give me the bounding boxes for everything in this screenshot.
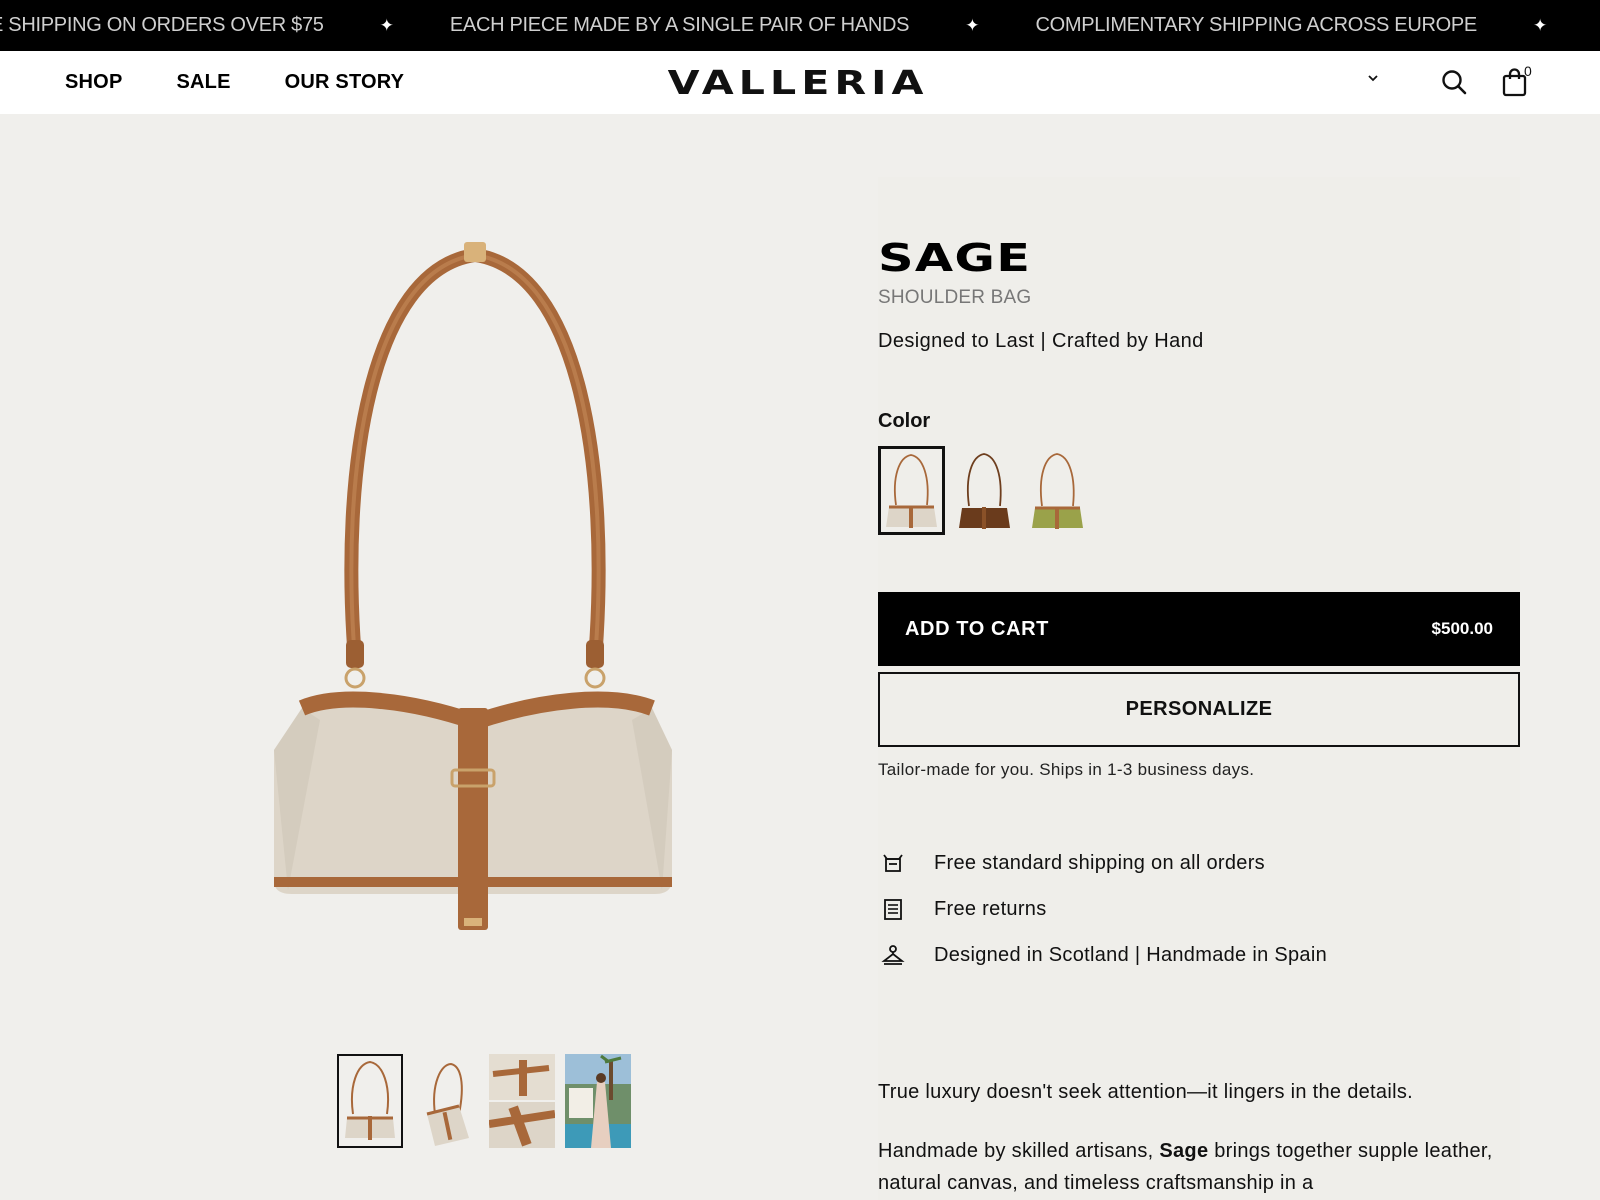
thumbnail-side[interactable]: [413, 1054, 479, 1148]
product-price: $500.00: [1431, 619, 1493, 638]
nav-shop[interactable]: SHOP: [65, 71, 122, 94]
nav-our-story[interactable]: OUR STORY: [285, 71, 405, 94]
feature-item: Free returns: [878, 886, 1327, 932]
brand-logo[interactable]: VALLERIA: [598, 57, 998, 107]
nav-sale[interactable]: SALE: [176, 71, 230, 94]
color-swatches: [878, 446, 1091, 535]
thumbnail-front[interactable]: [337, 1054, 403, 1148]
feature-item: Designed in Scotland | Handmade in Spain: [878, 932, 1327, 978]
hanger-icon: [878, 940, 908, 970]
bag-swatch-icon: [886, 454, 937, 528]
main-nav: SHOP SALE OUR STORY: [65, 51, 404, 114]
bag-swatch-icon: [1032, 453, 1083, 529]
bag-thumbnail-icon: [345, 1060, 395, 1140]
cart-count-badge: 0: [1524, 63, 1532, 79]
description-intro: True luxury doesn't seek attention—it li…: [878, 1081, 1413, 1103]
bag-swatch-icon: [959, 453, 1010, 529]
bag-detail-thumbnail-icon: [489, 1054, 555, 1148]
description-product-name: Sage: [1159, 1140, 1209, 1162]
bag-thumbnail-icon: [426, 1062, 469, 1146]
site-header: SHOP SALE OUR STORY VALLERIA 0: [0, 51, 1600, 114]
thumbnail-details[interactable]: [489, 1054, 555, 1148]
chevron-down-icon[interactable]: [1366, 71, 1380, 85]
product-main-image[interactable]: [260, 230, 690, 950]
feature-item: Free standard shipping on all orders: [878, 840, 1327, 886]
product-category: SHOULDER BAG: [878, 287, 1032, 308]
feature-list: Free standard shipping on all orders Fre…: [878, 840, 1327, 978]
add-to-cart-label: ADD TO CART: [905, 617, 1050, 640]
star-separator-icon: ✦: [965, 15, 980, 35]
feature-text: Free standard shipping on all orders: [934, 851, 1265, 874]
shipping-note: Tailor-made for you. Ships in 1-3 busine…: [878, 760, 1255, 779]
thumbnail-lifestyle[interactable]: [565, 1054, 631, 1148]
feature-text: Free returns: [934, 897, 1047, 920]
search-icon[interactable]: [1440, 68, 1468, 96]
announcement-message: E SHIPPING ON ORDERS OVER $75: [0, 14, 324, 36]
receipt-icon: [878, 894, 908, 924]
product-title: SAGE: [878, 236, 1032, 280]
color-label: Color: [878, 410, 931, 432]
add-to-cart-button[interactable]: ADD TO CART $500.00: [878, 592, 1520, 666]
star-separator-icon: ✦: [1532, 15, 1548, 35]
image-thumbnails: [337, 1054, 631, 1148]
description-text: Handmade by skilled artisans,: [878, 1140, 1160, 1162]
color-swatch-dark-brown[interactable]: [951, 446, 1018, 535]
announcement-message: EACH PIECE MADE BY A SINGLE PAIR OF HAND…: [449, 14, 910, 36]
description-body: Handmade by skilled artisans, Sage bring…: [878, 1135, 1498, 1199]
feature-text: Designed in Scotland | Handmade in Spain: [934, 943, 1327, 966]
product-tagline: Designed to Last | Crafted by Hand: [878, 330, 1204, 352]
lifestyle-thumbnail-icon: [565, 1054, 631, 1148]
star-separator-icon: ✦: [379, 15, 394, 35]
personalize-button[interactable]: PERSONALIZE: [878, 672, 1520, 747]
color-swatch-canvas-tan[interactable]: [878, 446, 945, 535]
box-icon: [878, 848, 908, 878]
color-swatch-olive-green[interactable]: [1024, 446, 1091, 535]
announcement-message: COMPLIMENTARY SHIPPING ACROSS EUROPE: [1035, 14, 1477, 36]
announcement-bar: E SHIPPING ON ORDERS OVER $75 ✦ EACH PIE…: [0, 0, 1600, 51]
